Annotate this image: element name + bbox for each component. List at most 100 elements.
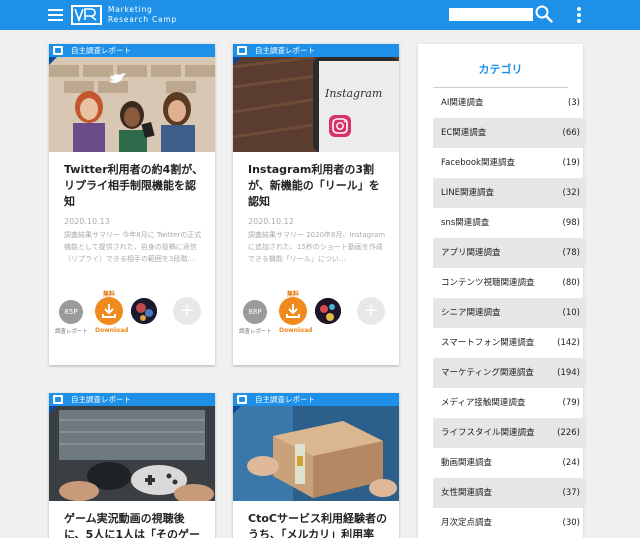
site-logo[interactable]: [71, 5, 102, 25]
category-count: (37): [562, 488, 580, 498]
more-options-icon[interactable]: [577, 7, 581, 23]
download-icon: [102, 304, 116, 318]
label-corner: [233, 57, 241, 65]
svg-text:Instagram: Instagram: [324, 87, 382, 100]
category-count: (66): [562, 128, 580, 138]
download-button[interactable]: [279, 297, 307, 325]
article-thumbnail: [49, 406, 215, 501]
category-item[interactable]: 月次定点調査 (30): [433, 508, 586, 538]
category-count: (98): [562, 218, 580, 228]
category-label: 自主調査レポート: [233, 44, 399, 57]
category-name: Facebook関連調査: [441, 158, 515, 168]
category-item[interactable]: LINE関連調査 (32): [433, 178, 586, 208]
category-count: (79): [562, 398, 580, 408]
category-name: シニア関連調査: [441, 308, 501, 318]
category-item[interactable]: 女性関連調査 (37): [433, 478, 586, 508]
category-item[interactable]: sns関連調査 (98): [433, 208, 586, 238]
brand-line-1: Marketing: [108, 5, 153, 14]
category-name: アプリ関連調査: [441, 248, 501, 258]
category-count: (194): [557, 368, 580, 378]
category-label-text: 自主調査レポート: [255, 395, 315, 404]
category-count: (30): [562, 518, 580, 528]
category-count: (226): [557, 428, 580, 438]
article-date: 2020.10.13: [64, 217, 110, 226]
page-count-caption: 調査レポート: [55, 329, 89, 335]
add-button[interactable]: +: [173, 297, 201, 325]
category-count: (19): [562, 158, 580, 168]
article-date: 2020.10.12: [248, 217, 294, 226]
category-count: (3): [567, 98, 580, 108]
category-count: (32): [562, 188, 580, 198]
category-count: (142): [557, 338, 580, 348]
category-label: 自主調査レポート: [49, 44, 215, 57]
category-name: 女性関連調査: [441, 488, 493, 498]
category-item[interactable]: AI関連調査 (3): [433, 88, 586, 118]
category-label-text: 自主調査レポート: [71, 46, 131, 55]
report-icon: [237, 46, 247, 55]
download-button[interactable]: [95, 297, 123, 325]
brand-line-2: Research Camp: [108, 15, 178, 24]
category-name: 月次定点調査: [441, 518, 493, 528]
category-name: スマートフォン関連調査: [441, 338, 535, 348]
page-count-caption: 調査レポート: [239, 329, 273, 335]
article-card[interactable]: 自主調査レポート Instagram Instagram利用者の3割が、新機能の…: [233, 44, 399, 365]
article-card[interactable]: 自主調査レポート CtoCサービス利用経験者のうち、「メルカリ」利用率: [233, 393, 399, 538]
category-count: (78): [562, 248, 580, 258]
category-item[interactable]: 動画関連調査 (24): [433, 448, 586, 478]
report-icon: [53, 395, 63, 404]
category-name: メディア接触関連調査: [441, 398, 526, 408]
category-label: 自主調査レポート: [233, 393, 399, 406]
category-item[interactable]: ライフスタイル関連調査 (226): [433, 418, 586, 448]
download-icon: [286, 304, 300, 318]
download-label[interactable]: Download: [279, 327, 312, 334]
article-title[interactable]: CtoCサービス利用経験者のうち、「メルカリ」利用率: [248, 511, 388, 538]
article-excerpt: 調査結果サマリー 今年8月に Twitterの正式機能として提供された、自身の投…: [64, 231, 202, 263]
search-icon[interactable]: [535, 5, 553, 23]
author-avatar[interactable]: [315, 298, 341, 324]
brand-name[interactable]: Marketing Research Camp: [108, 5, 177, 25]
category-item[interactable]: メディア接触関連調査 (79): [433, 388, 586, 418]
article-thumbnail: Instagram: [233, 57, 399, 152]
article-thumbnail: [49, 57, 215, 152]
search-input[interactable]: [449, 8, 533, 21]
hamburger-menu-icon[interactable]: [48, 9, 63, 21]
category-label-text: 自主調査レポート: [255, 46, 315, 55]
article-excerpt: 調査結果サマリー 2020年8月、Instagramに追加された、15秒のショー…: [248, 231, 386, 263]
category-item[interactable]: シニア関連調査 (10): [433, 298, 586, 328]
category-item[interactable]: Facebook関連調査 (19): [433, 148, 586, 178]
article-card[interactable]: 自主調査レポート Twitter利用者の約4割が、リプライ相手制限機能を認知 2…: [49, 44, 215, 365]
article-thumbnail: [233, 406, 399, 501]
category-name: コンテンツ視聴関連調査: [441, 278, 535, 288]
category-item[interactable]: コンテンツ視聴関連調査 (80): [433, 268, 586, 298]
label-corner: [49, 57, 57, 65]
report-icon: [237, 395, 247, 404]
category-count: (80): [562, 278, 580, 288]
category-count: (24): [562, 458, 580, 468]
category-item[interactable]: アプリ関連調査 (78): [433, 238, 586, 268]
article-title[interactable]: Instagram利用者の3割が、新機能の「リール」を認知: [248, 162, 388, 210]
category-item[interactable]: スマートフォン関連調査 (142): [433, 328, 586, 358]
download-label[interactable]: Download: [95, 327, 128, 334]
report-icon: [53, 46, 63, 55]
category-name: sns関連調査: [441, 218, 490, 228]
category-label-text: 自主調査レポート: [71, 395, 131, 404]
page-count-badge: 85P: [59, 300, 83, 324]
category-name: 動画関連調査: [441, 458, 493, 468]
article-title[interactable]: Twitter利用者の約4割が、リプライ相手制限機能を認知: [64, 162, 204, 210]
author-avatar[interactable]: [131, 298, 157, 324]
category-name: LINE関連調査: [441, 188, 494, 198]
add-button[interactable]: +: [357, 297, 385, 325]
category-sidebar: カテゴリ AI関連調査 (3) EC関連調査 (66) Facebook関連調査 (19)…: [418, 44, 586, 538]
article-card[interactable]: 自主調査レポート ゲーム実況動画の視聴後に、5人に1人は「そのゲー: [49, 393, 215, 538]
category-name: ライフスタイル関連調査: [441, 428, 535, 438]
category-name: EC関連調査: [441, 128, 487, 138]
site-header: Marketing Research Camp: [0, 0, 640, 30]
category-item[interactable]: EC関連調査 (66): [433, 118, 586, 148]
category-name: AI関連調査: [441, 98, 484, 108]
label-corner: [49, 406, 57, 414]
category-name: マーケティング関連調査: [441, 368, 534, 378]
category-label: 自主調査レポート: [49, 393, 215, 406]
category-item[interactable]: マーケティング関連調査 (194): [433, 358, 586, 388]
page-count-badge: 88P: [243, 300, 267, 324]
article-title[interactable]: ゲーム実況動画の視聴後に、5人に1人は「そのゲー: [64, 511, 204, 538]
